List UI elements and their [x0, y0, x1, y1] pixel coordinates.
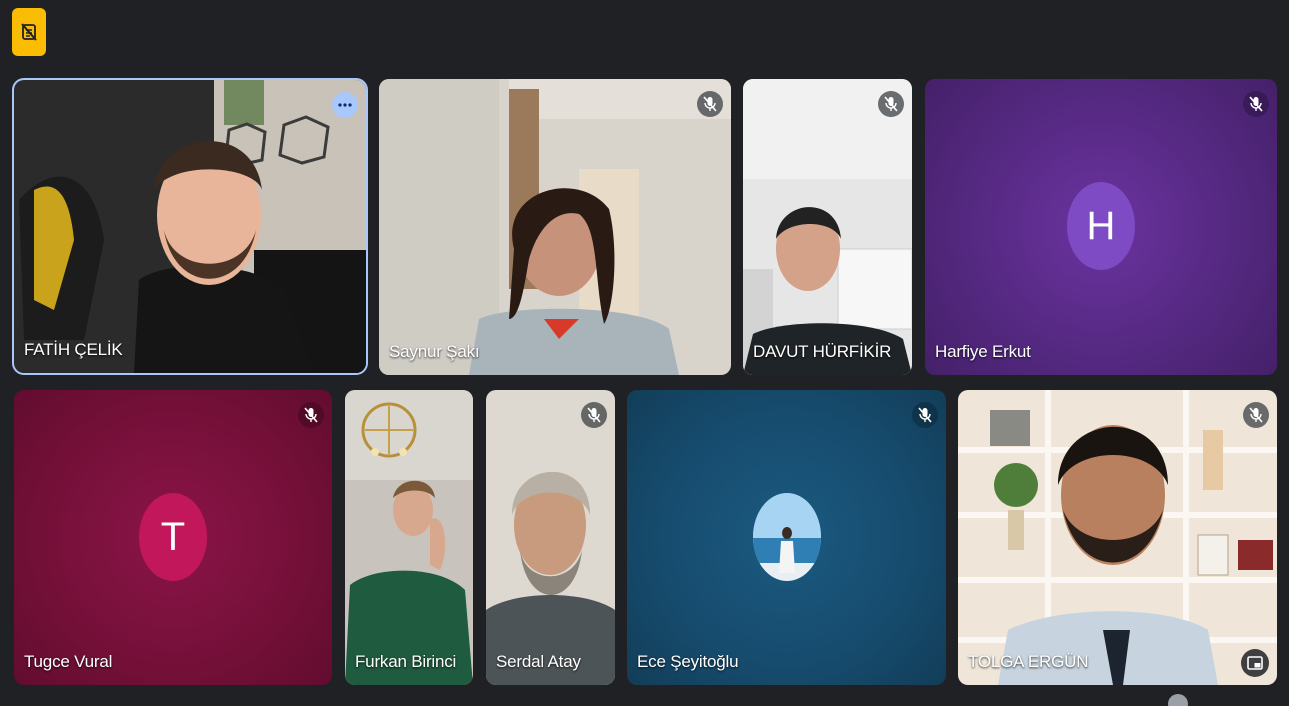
participant-name: Ece Şeyitoğlu — [637, 652, 739, 671]
participant-name: DAVUT HÜRFİKİR — [753, 342, 892, 361]
mic-off-icon — [884, 96, 898, 112]
participant-tile[interactable]: Serdal Atay — [486, 390, 615, 685]
participant-tile[interactable]: DAVUT HÜRFİKİR — [743, 79, 912, 375]
avatar: T — [139, 493, 207, 581]
mic-off-icon — [304, 407, 318, 423]
participant-tile[interactable]: TOLGA ERGÜN — [958, 390, 1277, 685]
mic-off-icon — [1249, 407, 1263, 423]
participant-tile[interactable]: T Tugce Vural — [14, 390, 332, 685]
more-options-button[interactable] — [332, 92, 358, 118]
video-feed — [379, 79, 731, 375]
participant-tile[interactable]: Ece Şeyitoğlu — [627, 390, 946, 685]
mic-off-indicator — [1243, 91, 1269, 117]
participant-name: FATİH ÇELİK — [24, 340, 123, 359]
video-feed — [958, 390, 1277, 685]
mic-off-icon — [918, 407, 932, 423]
more-options-icon — [338, 103, 352, 107]
picture-in-picture-icon — [1247, 656, 1263, 670]
mic-off-indicator — [581, 402, 607, 428]
participant-tile[interactable]: Furkan Birinci — [345, 390, 473, 685]
participant-name: Serdal Atay — [496, 652, 581, 671]
hand-off-badge[interactable] — [12, 8, 46, 56]
hand-off-icon — [21, 23, 37, 41]
participant-tile[interactable]: Saynur Şakı — [379, 79, 731, 375]
avatar: H — [1067, 182, 1135, 270]
avatar-letter: H — [1086, 203, 1116, 248]
avatar — [753, 493, 821, 581]
mic-off-icon — [703, 96, 717, 112]
mic-off-icon — [587, 407, 601, 423]
video-feed — [345, 390, 473, 685]
video-feed — [743, 79, 912, 375]
participant-tile[interactable]: H Harfiye Erkut — [925, 79, 1277, 375]
mic-off-indicator — [878, 91, 904, 117]
profile-photo — [753, 493, 821, 581]
mic-off-indicator — [298, 402, 324, 428]
participant-name: TOLGA ERGÜN — [968, 652, 1089, 671]
participant-name: Furkan Birinci — [355, 652, 457, 671]
picture-in-picture-button[interactable] — [1241, 649, 1269, 677]
participant-name: Harfiye Erkut — [935, 342, 1031, 361]
video-feed — [14, 80, 366, 373]
participant-tile[interactable]: FATİH ÇELİK — [12, 78, 368, 375]
avatar-letter: T — [160, 514, 186, 559]
video-feed — [486, 390, 615, 685]
mic-off-indicator — [697, 91, 723, 117]
participant-name: Tugce Vural — [24, 652, 113, 671]
mic-off-icon — [1249, 96, 1263, 112]
scroll-indicator — [1168, 694, 1188, 706]
participant-name: Saynur Şakı — [389, 342, 480, 361]
mic-off-indicator — [912, 402, 938, 428]
mic-off-indicator — [1243, 402, 1269, 428]
